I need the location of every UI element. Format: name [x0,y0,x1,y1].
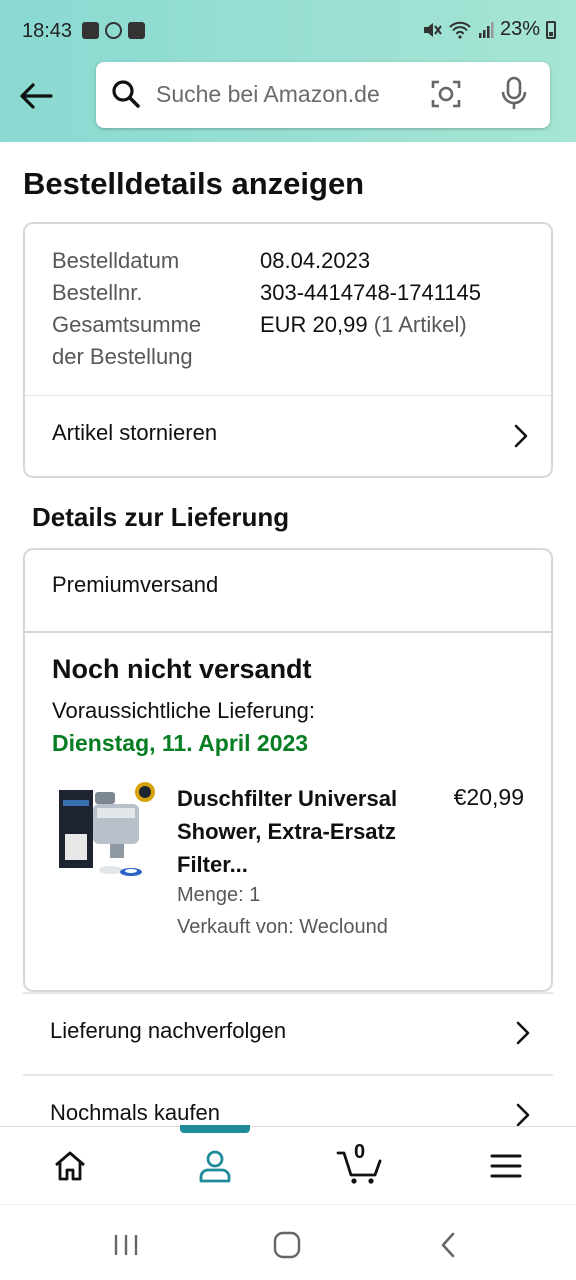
shipping-type: Premiumversand [52,572,219,597]
order-summary-card: Bestelldatum 08.04.2023 Bestellnr. 303-4… [23,222,553,478]
estimated-delivery-label: Voraussichtliche Lieferung: [52,698,315,723]
notification-icons [82,22,145,39]
track-delivery-label: Lieferung nachverfolgen [50,1018,287,1043]
nav-home[interactable] [46,1145,94,1187]
estimated-delivery-date: Dienstag, 11. April 2023 [52,730,309,756]
order-total-amount: EUR 20,99 [260,312,368,337]
search-icon [112,80,140,108]
recent-apps-button[interactable] [106,1227,146,1263]
home-circle-icon [273,1231,301,1259]
status-right: 23% [422,18,556,41]
order-total-value: EUR 20,99 (1 Artikel) [260,309,467,341]
signal-icon [478,21,494,38]
buy-again-label: Nochmals kaufen [50,1100,220,1125]
camera-icon[interactable] [430,78,462,110]
product-price: €20,99 [453,784,524,810]
cancel-items-label: Artikel stornieren [52,420,218,445]
gallery-icon [82,22,99,39]
product-quantity: Menge: 1 [177,884,261,906]
app-header [0,62,576,142]
cancel-items-link[interactable]: Artikel stornieren [25,396,551,478]
chevron-left-icon [441,1232,455,1258]
order-item-count: (1 Artikel) [373,312,467,337]
divider [25,631,551,633]
account-icon [199,1150,231,1183]
nav-menu[interactable] [482,1145,530,1187]
chevron-right-icon [516,1103,530,1127]
product-title-link[interactable]: Duschfilter Universal Shower, Extra-Ersa… [177,782,437,881]
home-button[interactable] [267,1227,307,1263]
secure-icon [105,22,122,39]
search-bar[interactable] [96,62,550,128]
active-tab-indicator [180,1125,250,1133]
order-number-value: 303-4414748-1741145 [260,280,482,305]
chevron-right-icon [516,1021,530,1045]
checkbox-icon [128,22,145,39]
order-number-label: Bestellnr. [52,280,143,305]
product-image[interactable] [55,778,159,882]
product-seller: Verkauft von: Weclound [177,916,388,938]
recent-apps-icon [114,1235,138,1255]
page-title: Bestelldetails anzeigen [23,166,365,201]
battery-icon [546,20,556,39]
order-date-label: Bestelldatum [52,248,180,273]
status-bar: 18:43 23% [0,0,576,62]
status-time: 18:43 [22,20,73,42]
wifi-icon [449,21,471,39]
system-back-button[interactable] [428,1227,468,1263]
order-total-label-line1: Gesamtsumme [52,312,202,337]
home-icon [55,1151,85,1181]
system-navigation [0,1204,576,1280]
microphone-icon[interactable] [500,76,528,112]
search-input[interactable] [156,76,416,112]
menu-icon [490,1154,522,1178]
order-total-label-line2: der Bestellung [52,344,193,369]
delivery-section-title: Details zur Lieferung [32,502,290,532]
delivery-card: Premiumversand Noch nicht versandt Vorau… [23,548,553,992]
back-arrow-icon [20,83,53,109]
battery-percent: 23% [499,18,540,40]
mute-icon [423,22,442,37]
nav-account[interactable] [191,1145,239,1187]
cart-count-badge: 0 [354,1141,366,1163]
shipment-status: Noch nicht versandt [52,654,312,684]
order-date-value: 08.04.2023 [260,248,371,273]
bottom-navigation: 0 [0,1125,576,1204]
back-button[interactable] [14,76,58,116]
chevron-right-icon [514,424,528,448]
track-delivery-link[interactable]: Lieferung nachverfolgen [23,992,553,1074]
